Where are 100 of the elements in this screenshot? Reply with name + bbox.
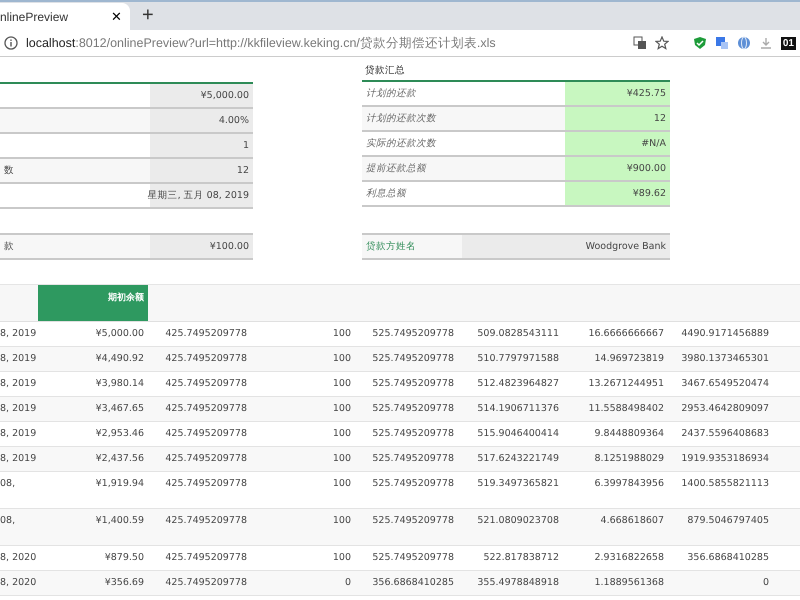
table-cell-text: 100 [332, 377, 352, 391]
table-cell-text: 8, 2019 [0, 452, 38, 466]
field-label: 提前还款总额 [365, 162, 428, 175]
table-cell-text: 4490.9171456889 [680, 327, 770, 341]
field-label: 实际的还款次数 [365, 137, 438, 150]
table-cell-text: 100 [332, 551, 352, 565]
field-label: 数 [3, 164, 15, 177]
table-cell-text: 2.9316822658 [593, 551, 665, 565]
table-cell-text: 100 [332, 452, 352, 466]
field-value: 1 [150, 134, 253, 157]
table-cell-text: 1400.5855821113 [680, 477, 770, 491]
table-cell-text: 4.668618607 [600, 514, 665, 528]
table-cell-text: 100 [332, 514, 352, 528]
field-label: 计划的还款 [365, 87, 417, 100]
table-cell-text: 514.1906711376 [476, 402, 560, 416]
table-cell-text: 525.7495209778 [371, 327, 455, 341]
table-cell-text: 100 [332, 327, 352, 341]
table-cell-text: ¥1,919.94 [94, 477, 145, 491]
table-cell-text: 2953.4642809097 [680, 402, 770, 416]
section-title: 贷款汇总 [364, 64, 406, 78]
table-cell-text: 519.3497365821 [476, 477, 560, 491]
table-cell-text: 08, [0, 477, 16, 491]
field-value: 12 [565, 107, 670, 130]
field-value: ¥100.00 [150, 235, 253, 258]
info-icon[interactable] [4, 36, 18, 50]
table-cell-text: ¥2,437.56 [94, 452, 145, 466]
star-icon[interactable] [654, 36, 669, 50]
table-cell-text: 0 [762, 576, 770, 590]
table-cell-text: 425.7495209778 [164, 352, 248, 366]
table-cell-text: ¥1,400.59 [94, 514, 145, 528]
table-cell-text: 522.817838712 [482, 551, 560, 565]
table-cell-text: 08, [0, 514, 16, 528]
field-value: ¥900.00 [565, 157, 670, 180]
table-cell-text: 525.7495209778 [371, 402, 455, 416]
table-cell-text: ¥2,953.46 [94, 427, 145, 441]
field-label: 利息总额 [365, 187, 408, 200]
table-cell-text: 6.3997843956 [593, 477, 665, 491]
field-value: 12 [150, 159, 253, 182]
field-value: Woodgrove Bank [462, 235, 670, 258]
table-cell-text: 525.7495209778 [371, 514, 455, 528]
table-cell-text: 100 [332, 352, 352, 366]
globe-icon[interactable] [736, 36, 751, 50]
field-value: 星期三, 五月 08, 2019 [150, 184, 253, 207]
table-cell-text: 8.1251988029 [593, 452, 665, 466]
browser-tab[interactable]: nlinePreview ✕ [0, 3, 130, 30]
table-cell-text: 8, 2019 [0, 352, 38, 366]
table-cell-text: ¥879.50 [104, 551, 145, 565]
table-cell-text: 525.7495209778 [371, 452, 455, 466]
field-label: 款 [3, 240, 15, 253]
table-cell-text: ¥3,467.65 [94, 402, 145, 416]
table-cell-text: 525.7495209778 [371, 477, 455, 491]
table-cell-text: 525.7495209778 [371, 377, 455, 391]
table-cell-text: 1.1889561368 [593, 576, 665, 590]
table-cell-text: 13.2671244951 [587, 377, 665, 391]
field-label: 计划的还款次数 [365, 112, 438, 125]
shield-icon[interactable] [692, 36, 707, 50]
table-cell-text: 8, 2020 [0, 576, 38, 590]
new-tab-button[interactable]: + [142, 4, 154, 27]
table-cell-text: 512.4823964827 [476, 377, 560, 391]
table-cell-text: 425.7495209778 [164, 551, 248, 565]
table-cell-text: 425.7495209778 [164, 514, 248, 528]
table-cell-text: 100 [332, 427, 352, 441]
table-cell-text: 425.7495209778 [164, 427, 248, 441]
table-cell-text: ¥4,490.92 [94, 352, 145, 366]
field-value: #N/A [565, 132, 670, 155]
table-cell-text: 525.7495209778 [371, 352, 455, 366]
table-cell-text: 517.6243221749 [476, 452, 560, 466]
table-cell-text: 356.6868410285 [686, 551, 770, 565]
field-value: ¥425.75 [565, 82, 670, 105]
table-cell-text: ¥3,980.14 [94, 377, 145, 391]
address-bar[interactable]: localhost:8012/onlinePreview?url=http://kkfileview.keking.cn/贷款分期偿还计划表.xls [26, 34, 625, 52]
table-cell-text: 9.8448809364 [593, 427, 665, 441]
field-value: ¥89.62 [565, 182, 670, 205]
table-cell-text: 525.7495209778 [371, 427, 455, 441]
table-cell-text: ¥356.69 [104, 576, 145, 590]
table-cell-text: 425.7495209778 [164, 327, 248, 341]
table-cell-text: 521.0809023708 [476, 514, 560, 528]
table-cell-text: 8, 2019 [0, 402, 38, 416]
table-cell-text: 510.7797971588 [476, 352, 560, 366]
extension-badge[interactable]: 01 [780, 36, 796, 50]
table-cell-text: 355.4978848918 [476, 576, 560, 590]
field-label: 贷款方姓名 [365, 240, 417, 253]
tab-title: nlinePreview [0, 10, 68, 24]
table-cell-text: 425.7495209778 [164, 377, 248, 391]
table-cell-text: ¥5,000.00 [94, 327, 145, 341]
download-icon[interactable] [758, 36, 773, 50]
table-cell-text: 8, 2020 [0, 551, 38, 565]
table-cell-text: 509.0828543111 [476, 327, 560, 341]
table-cell-text: 14.969723819 [593, 352, 665, 366]
field-value: ¥5,000.00 [150, 84, 253, 107]
table-cell-text: 8, 2019 [0, 327, 38, 341]
table-cell-text: 0 [344, 576, 352, 590]
table-cell-text: 8, 2019 [0, 427, 38, 441]
table-cell-text: 356.6868410285 [371, 576, 455, 590]
table-cell-text: 425.7495209778 [164, 402, 248, 416]
table-cell-text: 8, 2019 [0, 377, 38, 391]
table-cell-text: 16.6666666667 [587, 327, 665, 341]
table-cell-text: 879.5046797405 [686, 514, 770, 528]
table-cell-text: 425.7495209778 [164, 477, 248, 491]
table-cell-text: 425.7495209778 [164, 576, 248, 590]
